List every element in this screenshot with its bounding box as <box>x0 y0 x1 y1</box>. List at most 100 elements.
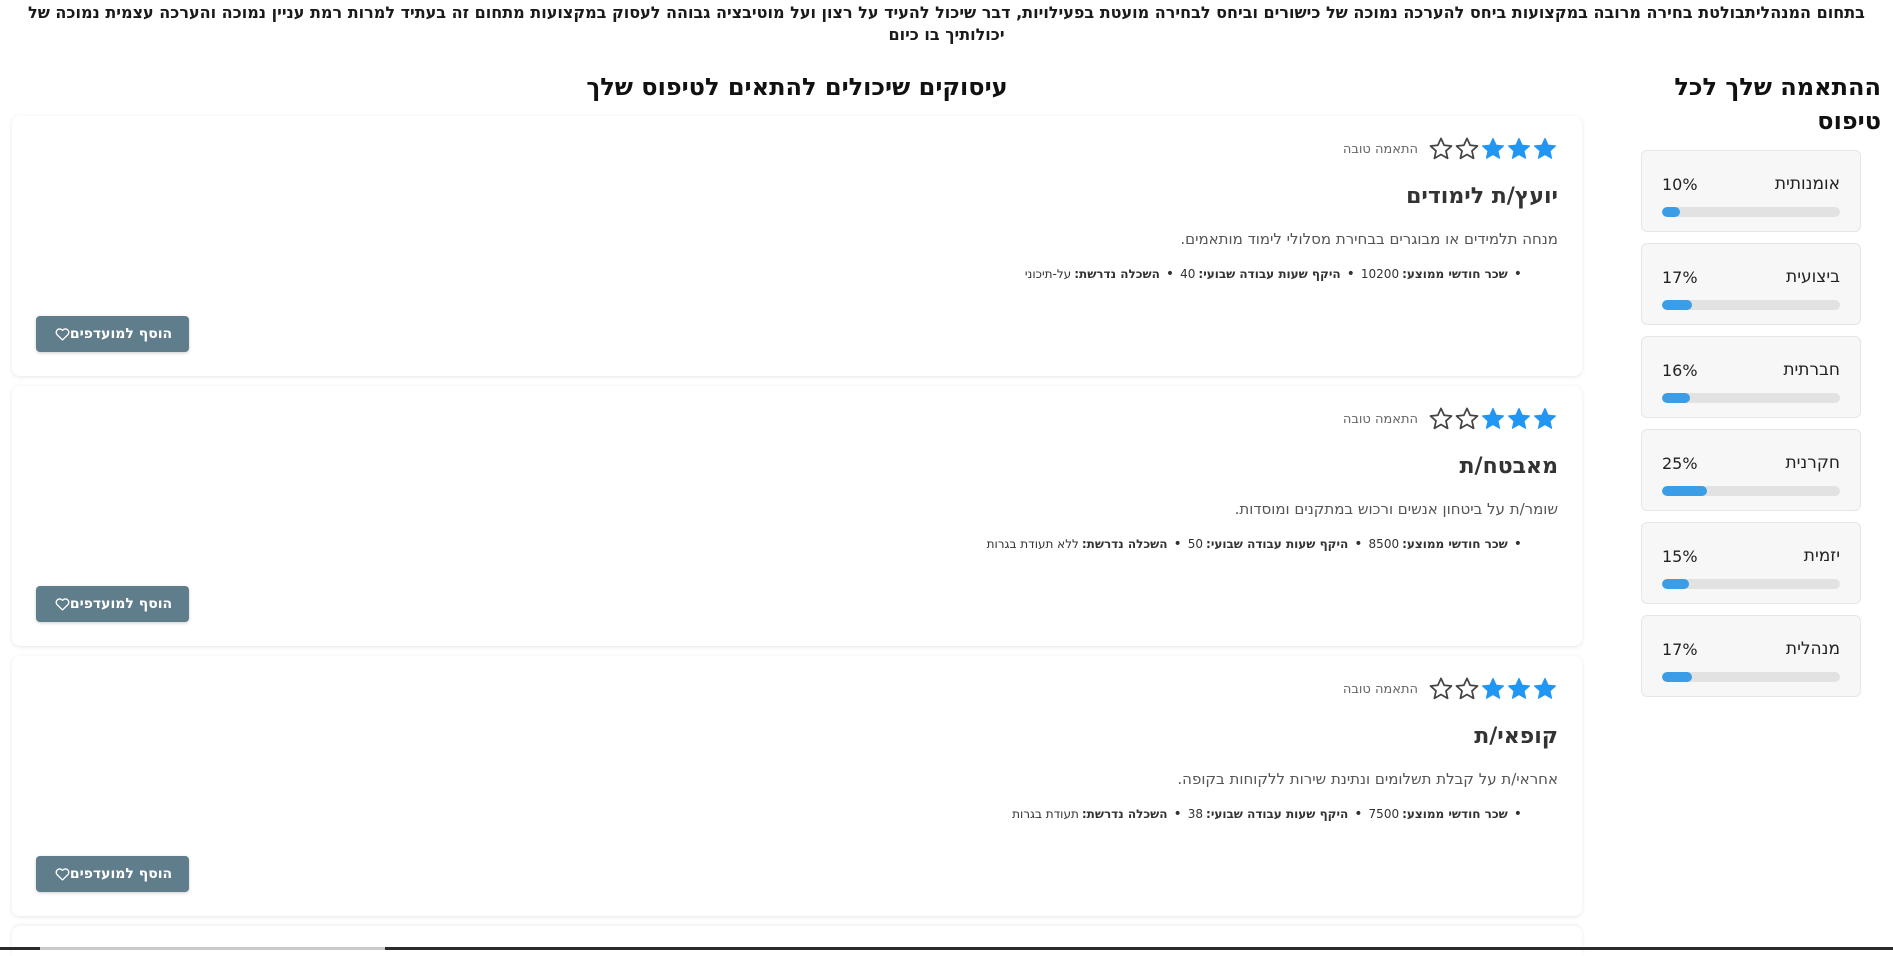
type-card: אומנותית 10% <box>1641 150 1861 232</box>
star-filled-icon <box>1532 676 1558 702</box>
star-filled-icon <box>1506 136 1532 162</box>
type-name: יזמית <box>1804 546 1840 566</box>
type-card: יזמית 15% <box>1641 522 1861 604</box>
job-description: שומר/ת על ביטחון אנשים ורכוש במתקנים ומו… <box>36 498 1558 520</box>
education-label: השכלה נדרשת: <box>1074 264 1160 284</box>
type-name: חקרנית <box>1785 453 1840 473</box>
type-progress-fill <box>1662 207 1680 217</box>
type-percent: 25% <box>1662 454 1698 473</box>
heart-icon <box>55 867 70 881</box>
match-label: התאמה טובה <box>1343 682 1418 697</box>
salary-detail: •שכר חודשי ממוצע:7500 <box>1369 804 1528 824</box>
salary-label: שכר חודשי ממוצע: <box>1402 534 1508 554</box>
star-empty-icon <box>1454 676 1480 702</box>
job-card: התאמה טובה מאבטח/ת שומר/ת על ביטחון אנשי… <box>12 386 1582 646</box>
star-empty-icon <box>1428 676 1454 702</box>
education-detail: •השכלה נדרשת:תעודת בגרות <box>1012 804 1188 824</box>
hours-label: היקף שעות עבודה שבועי: <box>1198 264 1340 284</box>
intro-text: בתחום המנהליתבולטת בחירה מרובה במקצועות … <box>0 0 1893 46</box>
type-percent: 17% <box>1662 640 1698 659</box>
star-empty-icon <box>1454 406 1480 432</box>
type-name: ביצועית <box>1786 267 1840 287</box>
rating-row: התאמה טובה <box>36 404 1558 434</box>
heart-icon <box>55 597 70 611</box>
job-card: התאמה טובה קופאי/ת אחראי/ת על קבלת תשלומ… <box>12 656 1582 916</box>
type-progress-bar <box>1662 300 1840 310</box>
star-filled-icon <box>1506 676 1532 702</box>
salary-detail: •שכר חודשי ממוצע:8500 <box>1369 534 1528 554</box>
type-percent: 17% <box>1662 268 1698 287</box>
job-details: •שכר חודשי ממוצע:8500 •היקף שעות עבודה ש… <box>36 534 1558 554</box>
education-label: השכלה נדרשת: <box>1082 804 1168 824</box>
type-name: אומנותית <box>1775 174 1840 194</box>
education-value: ללא תעודת בגרות <box>987 534 1079 554</box>
add-to-favorites-label: הוסף למועדפים <box>70 866 172 882</box>
add-to-favorites-button[interactable]: הוסף למועדפים <box>36 316 189 352</box>
job-description: מנחה תלמידים או מבוגרים בבחירת מסלולי לי… <box>36 228 1558 250</box>
education-detail: •השכלה נדרשת:על-תיכוני <box>1025 264 1180 284</box>
star-filled-icon <box>1480 406 1506 432</box>
jobs-section-title: עיסוקים שיכולים להתאים לטיפוס שלך <box>12 70 1582 104</box>
type-card: ביצועית 17% <box>1641 243 1861 325</box>
salary-label: שכר חודשי ממוצע: <box>1402 804 1508 824</box>
type-progress-bar <box>1662 579 1840 589</box>
hours-value: 38 <box>1188 804 1203 824</box>
star-filled-icon <box>1532 406 1558 432</box>
rating-row: התאמה טובה <box>36 674 1558 704</box>
rating-row: התאמה טובה <box>36 134 1558 164</box>
type-percent: 10% <box>1662 175 1698 194</box>
salary-detail: •שכר חודשי ממוצע:10200 <box>1361 264 1528 284</box>
star-filled-icon <box>1480 676 1506 702</box>
type-cards-list: אומנותית 10% ביצועית 17% חברתית 16% חקרנ… <box>1641 150 1861 697</box>
jobs-section: עיסוקים שיכולים להתאים לטיפוס שלך התאמה … <box>12 70 1582 956</box>
add-to-favorites-label: הוסף למועדפים <box>70 326 172 342</box>
salary-value: 8500 <box>1369 534 1400 554</box>
match-label: התאמה טובה <box>1343 412 1418 427</box>
add-to-favorites-button[interactable]: הוסף למועדפים <box>36 586 189 622</box>
type-progress-fill <box>1662 393 1690 403</box>
job-title: קופאי/ת <box>36 722 1558 752</box>
type-name: חברתית <box>1783 360 1840 380</box>
star-rating <box>1428 406 1558 432</box>
type-progress-bar <box>1662 672 1840 682</box>
education-value: על-תיכוני <box>1025 264 1071 284</box>
star-filled-icon <box>1532 136 1558 162</box>
type-progress-fill <box>1662 486 1707 496</box>
type-progress-bar <box>1662 393 1840 403</box>
add-to-favorites-button[interactable]: הוסף למועדפים <box>36 856 189 892</box>
star-empty-icon <box>1428 136 1454 162</box>
hours-detail: •היקף שעות עבודה שבועי:50 <box>1188 534 1369 554</box>
hours-value: 50 <box>1188 534 1203 554</box>
match-label: התאמה טובה <box>1343 142 1418 157</box>
sidebar-title: ההתאמה שלך לכל טיפוס <box>1631 70 1881 138</box>
type-match-sidebar: ההתאמה שלך לכל טיפוס אומנותית 10% ביצועי… <box>1631 70 1881 708</box>
type-percent: 16% <box>1662 361 1698 380</box>
type-progress-fill <box>1662 300 1692 310</box>
type-percent: 15% <box>1662 547 1698 566</box>
salary-value: 7500 <box>1369 804 1400 824</box>
job-details: •שכר חודשי ממוצע:7500 •היקף שעות עבודה ש… <box>36 804 1558 824</box>
job-title: מאבטח/ת <box>36 452 1558 482</box>
job-details: •שכר חודשי ממוצע:10200 •היקף שעות עבודה … <box>36 264 1558 284</box>
star-rating <box>1428 676 1558 702</box>
type-progress-fill <box>1662 579 1689 589</box>
type-name: מנהלית <box>1786 639 1840 659</box>
job-description: אחראי/ת על קבלת תשלומים ונתינת שירות ללק… <box>36 768 1558 790</box>
type-progress-bar <box>1662 486 1840 496</box>
star-empty-icon <box>1428 406 1454 432</box>
type-progress-fill <box>1662 672 1692 682</box>
education-detail: •השכלה נדרשת:ללא תעודת בגרות <box>987 534 1188 554</box>
education-value: תעודת בגרות <box>1012 804 1079 824</box>
add-to-favorites-label: הוסף למועדפים <box>70 596 172 612</box>
hours-label: היקף שעות עבודה שבועי: <box>1206 804 1348 824</box>
hours-detail: •היקף שעות עבודה שבועי:38 <box>1188 804 1369 824</box>
job-title: יועץ/ת לימודים <box>36 182 1558 212</box>
job-card-partial <box>12 926 1582 956</box>
star-rating <box>1428 136 1558 162</box>
hours-value: 40 <box>1180 264 1195 284</box>
salary-value: 10200 <box>1361 264 1399 284</box>
type-card: חקרנית 25% <box>1641 429 1861 511</box>
heart-icon <box>55 327 70 341</box>
salary-label: שכר חודשי ממוצע: <box>1402 264 1508 284</box>
type-card: מנהלית 17% <box>1641 615 1861 697</box>
